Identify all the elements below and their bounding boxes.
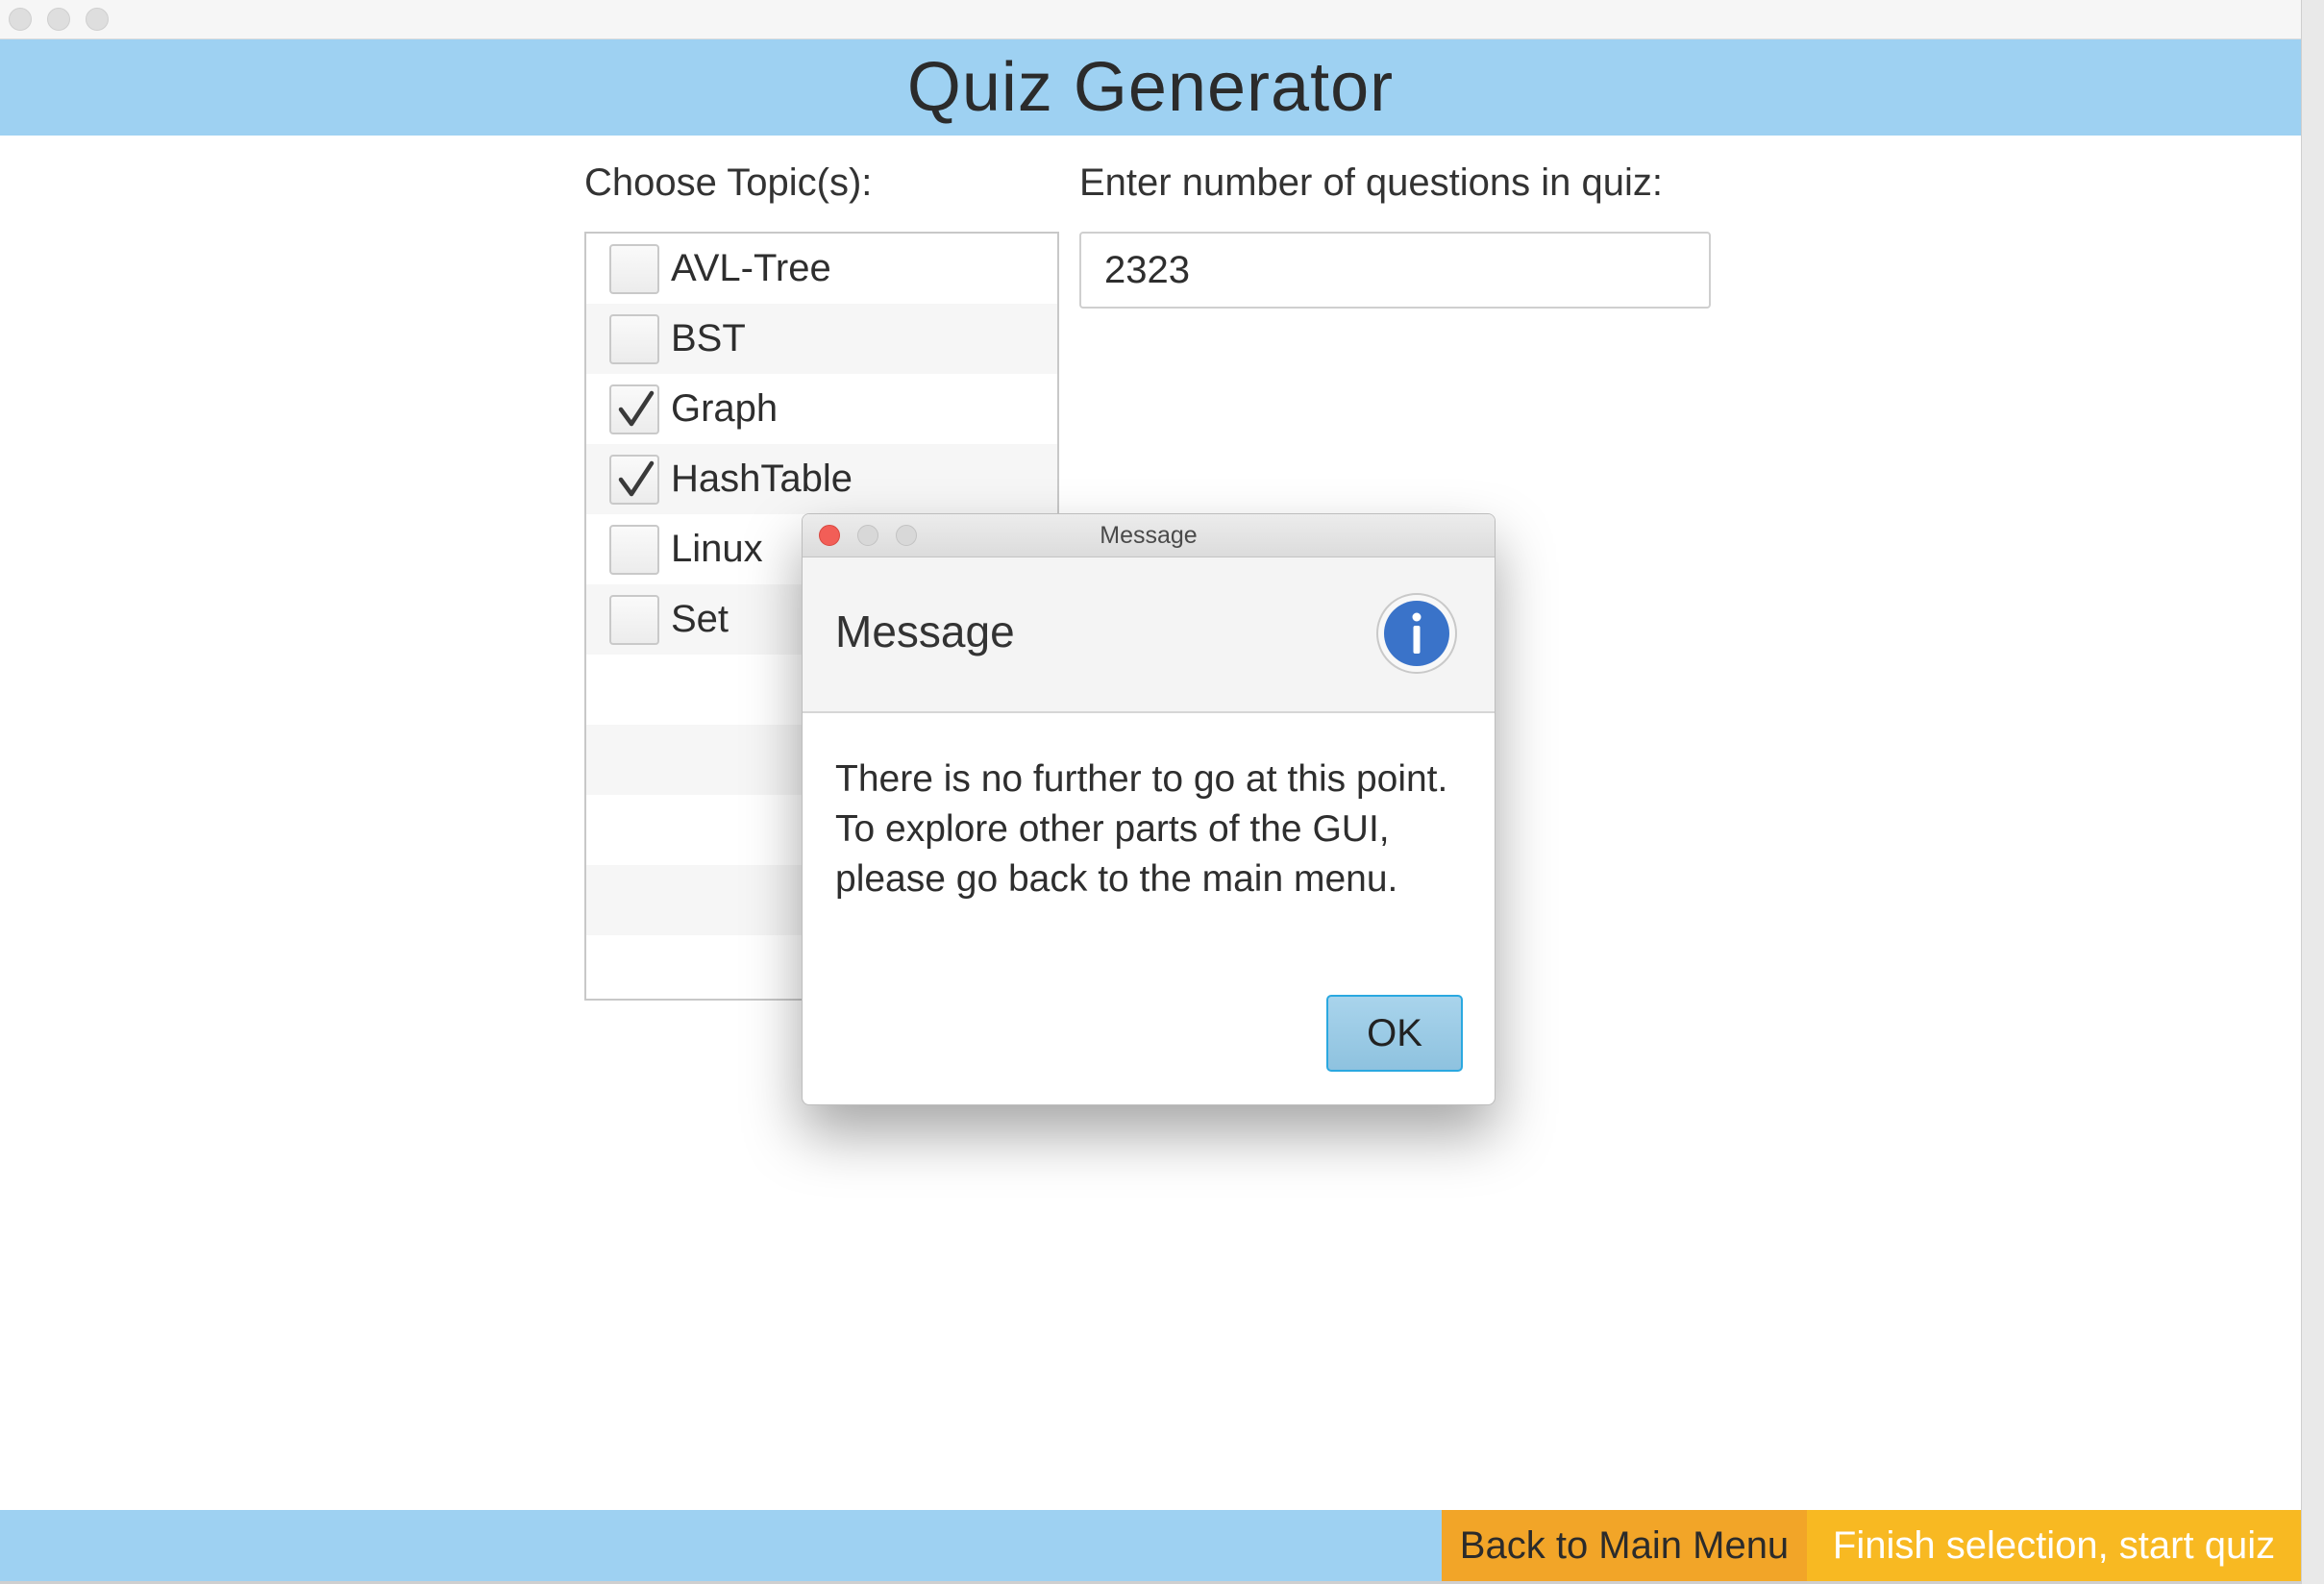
window-titlebar bbox=[0, 0, 2301, 39]
question-count-input[interactable] bbox=[1079, 232, 1711, 309]
topic-label: Set bbox=[671, 598, 729, 640]
message-dialog: Message Message There is no further to g… bbox=[802, 513, 1496, 1105]
topic-item-bst[interactable]: BST bbox=[586, 304, 1057, 374]
checkbox-checked[interactable] bbox=[609, 455, 659, 505]
window-zoom-button[interactable] bbox=[86, 8, 109, 31]
dialog-message: There is no further to go at this point.… bbox=[835, 758, 1448, 900]
topics-label: Choose Topic(s): bbox=[584, 161, 873, 204]
topic-label: Linux bbox=[671, 528, 763, 570]
checkbox-checked[interactable] bbox=[609, 384, 659, 434]
topic-item-hashtable[interactable]: HashTable bbox=[586, 444, 1057, 514]
topic-label: Graph bbox=[671, 387, 779, 430]
checkbox[interactable] bbox=[609, 244, 659, 294]
page-title: Quiz Generator bbox=[906, 49, 1395, 126]
topic-label: BST bbox=[671, 317, 746, 359]
topic-item-graph[interactable]: Graph bbox=[586, 374, 1057, 444]
checkmark-icon bbox=[618, 460, 655, 497]
back-to-main-menu-button[interactable]: Back to Main Menu bbox=[1442, 1510, 1807, 1581]
dialog-window-title: Message bbox=[1100, 522, 1198, 549]
window-close-button[interactable] bbox=[9, 8, 32, 31]
ok-button[interactable]: OK bbox=[1326, 995, 1463, 1072]
dialog-heading: Message bbox=[835, 606, 1015, 656]
topic-label: HashTable bbox=[671, 458, 853, 500]
window-minimize-button[interactable] bbox=[47, 8, 70, 31]
footer-bar: Back to Main Menu Finish selection, star… bbox=[0, 1510, 2301, 1581]
checkbox[interactable] bbox=[609, 314, 659, 364]
checkbox[interactable] bbox=[609, 595, 659, 645]
topic-label: AVL-Tree bbox=[671, 247, 831, 289]
finish-selection-button[interactable]: Finish selection, start quiz bbox=[1807, 1510, 2301, 1581]
dialog-header: Message bbox=[803, 557, 1495, 713]
checkbox[interactable] bbox=[609, 525, 659, 575]
info-icon bbox=[1376, 593, 1457, 674]
topic-item-avl-tree[interactable]: AVL-Tree bbox=[586, 234, 1057, 304]
checkmark-icon bbox=[618, 390, 655, 427]
header-bar: Quiz Generator bbox=[0, 39, 2301, 136]
background-window-edge bbox=[2301, 0, 2324, 1584]
question-count-label: Enter number of questions in quiz: bbox=[1079, 161, 1664, 204]
dialog-titlebar[interactable]: Message bbox=[803, 514, 1495, 557]
